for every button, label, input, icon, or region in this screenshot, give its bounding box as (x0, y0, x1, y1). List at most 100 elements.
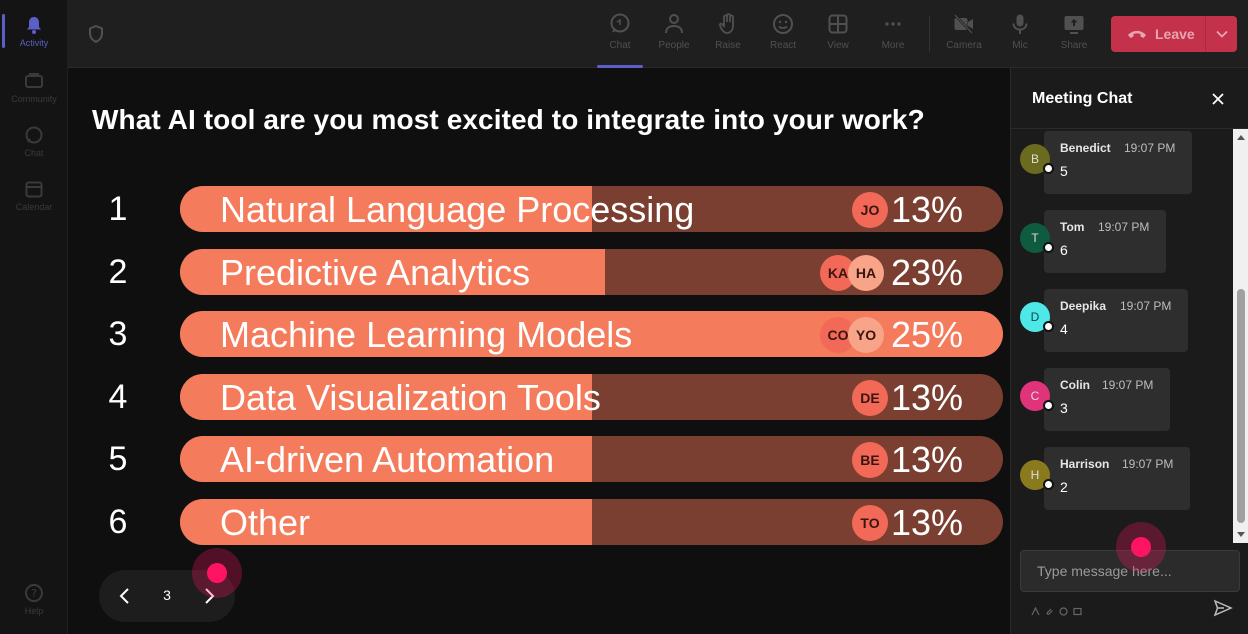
app-rail: Activity Community Chat Calendar ? Help (0, 0, 68, 634)
share-button[interactable]: Share (1049, 10, 1099, 60)
sender-name: Harrison (1060, 457, 1110, 471)
attach-icon[interactable] (1045, 603, 1054, 615)
option-percentage: 13% (890, 189, 963, 230)
option-label: Predictive Analytics (220, 252, 531, 293)
raise-hand-button[interactable]: Raise (703, 10, 753, 60)
help-icon: ? (25, 583, 43, 602)
chat-scrollbar[interactable] (1233, 129, 1248, 543)
rail-item-label: Help (24, 605, 44, 616)
camera-button-label: Camera (946, 40, 982, 51)
presence-status-icon (1043, 479, 1054, 490)
people-button[interactable]: People (649, 10, 699, 60)
message-text: 3 (1060, 400, 1068, 416)
poll-option-row[interactable]: 4 Data Visualization Tools DE 13% (68, 374, 1010, 420)
presence-status-icon (1043, 163, 1054, 174)
poll-option-row[interactable]: 5 AI-driven Automation BE 13% (68, 436, 1010, 482)
more-button[interactable]: More (868, 10, 918, 60)
react-button[interactable]: React (758, 10, 808, 60)
leave-options-dropdown[interactable] (1205, 16, 1237, 52)
format-text-icon[interactable] (1031, 603, 1040, 616)
share-screen-icon (1064, 16, 1084, 34)
shield-icon[interactable] (86, 24, 106, 44)
option-label: AI-driven Automation (220, 439, 555, 480)
chevron-left-icon[interactable] (115, 586, 135, 606)
message-bubble[interactable]: Benedict 19:07 PM 5 (1044, 131, 1192, 194)
sender-name: Benedict (1060, 141, 1111, 155)
rail-item-help[interactable]: ? Help (0, 574, 68, 624)
poll-option-row[interactable]: 2 Predictive Analytics KA HA 23% (68, 249, 1010, 295)
mic-button-label: Mic (1012, 40, 1028, 51)
leave-label: Leave (1155, 26, 1195, 42)
voter-avatar: HA (848, 255, 884, 291)
chevron-down-icon (1215, 30, 1228, 38)
message-timestamp: 19:07 PM (1124, 141, 1176, 155)
meeting-chat-panel: Meeting Chat Benedict 19:07 PM 5 B Tom 19:07 … (1010, 68, 1248, 634)
option-percentage: 13% (890, 502, 963, 543)
option-number: 4 (108, 378, 128, 416)
message-bubble[interactable]: Harrison 19:07 PM 2 (1044, 447, 1190, 510)
option-number: 6 (108, 503, 128, 541)
raise-button-label: Raise (715, 40, 741, 51)
option-percentage: 13% (890, 377, 963, 418)
message-text: 6 (1060, 242, 1068, 258)
view-button[interactable]: View (813, 10, 863, 60)
chat-button[interactable]: Chat (595, 10, 645, 68)
chat-button-label: Chat (609, 40, 631, 51)
option-label: Machine Learning Models (220, 314, 633, 355)
chat-panel-title: Meeting Chat (1032, 90, 1133, 107)
message-timestamp: 19:07 PM (1098, 220, 1150, 234)
leave-button[interactable]: Leave (1111, 16, 1237, 52)
poll-stage: What AI tool are you most excited to int… (68, 68, 1010, 634)
mic-button[interactable]: Mic (995, 10, 1045, 60)
poll-option-row[interactable]: 3 Machine Learning Models CO YO 25% (68, 311, 1010, 357)
scroll-up-arrow-icon[interactable] (1233, 131, 1248, 143)
option-bar: Other TO 13% (180, 499, 1003, 545)
chat-icon (25, 126, 43, 143)
sender-name: Deepika (1060, 299, 1107, 313)
rail-item-activity[interactable]: Activity (0, 6, 68, 56)
svg-text:?: ? (31, 587, 37, 600)
presence-status-icon (1043, 400, 1054, 411)
camera-off-icon (954, 14, 973, 34)
message-text: 5 (1060, 163, 1068, 179)
message-timestamp: 19:07 PM (1102, 378, 1154, 392)
emoji-icon[interactable] (1059, 603, 1068, 616)
chat-icon (610, 13, 630, 33)
share-button-label: Share (1060, 40, 1088, 51)
rail-item-calendar[interactable]: Calendar (0, 170, 68, 220)
message-timestamp: 19:07 PM (1120, 299, 1172, 313)
voter-avatar: YO (848, 317, 884, 353)
option-label: Other (220, 502, 311, 543)
hang-up-icon (1128, 30, 1146, 38)
smiley-icon (773, 14, 793, 34)
option-number: 5 (108, 440, 128, 478)
send-icon[interactable] (1213, 598, 1233, 618)
option-percentage: 25% (890, 314, 963, 355)
camera-button[interactable]: Camera (939, 10, 989, 60)
microphone-icon (1012, 14, 1028, 34)
gif-icon[interactable] (1073, 603, 1082, 616)
message-bubble[interactable]: Tom 19:07 PM 6 (1044, 210, 1166, 273)
poll-option-row[interactable]: 1 Natural Language Processing JO 13% (68, 186, 1010, 232)
option-percentage: 23% (890, 252, 963, 293)
pointer-indicator (1116, 522, 1166, 572)
sender-name: Tom (1060, 220, 1085, 234)
rail-item-community[interactable]: Community (0, 62, 68, 112)
rail-item-label: Chat (24, 147, 44, 158)
poll-option-row[interactable]: 6 Other TO 13% (68, 499, 1010, 545)
message-bubble[interactable]: Colin 19:07 PM 3 (1044, 368, 1170, 431)
calendar-icon (25, 181, 43, 197)
voter-avatar: BE (852, 442, 888, 478)
grid-icon (828, 14, 848, 34)
react-button-label: React (769, 40, 797, 51)
scroll-down-arrow-icon[interactable] (1233, 529, 1248, 541)
close-icon[interactable] (1207, 88, 1229, 110)
message-bubble[interactable]: Deepika 19:07 PM 4 (1044, 289, 1188, 352)
option-label: Data Visualization Tools (220, 377, 601, 418)
people-button-label: People (658, 40, 690, 51)
bell-icon (27, 16, 41, 34)
rail-item-chat[interactable]: Chat (0, 116, 68, 166)
chat-message-list: Benedict 19:07 PM 5 B Tom 19:07 PM 6 T Deepika 19… (1011, 129, 1233, 543)
person-icon (665, 14, 683, 34)
scrollbar-thumb[interactable] (1237, 289, 1245, 523)
